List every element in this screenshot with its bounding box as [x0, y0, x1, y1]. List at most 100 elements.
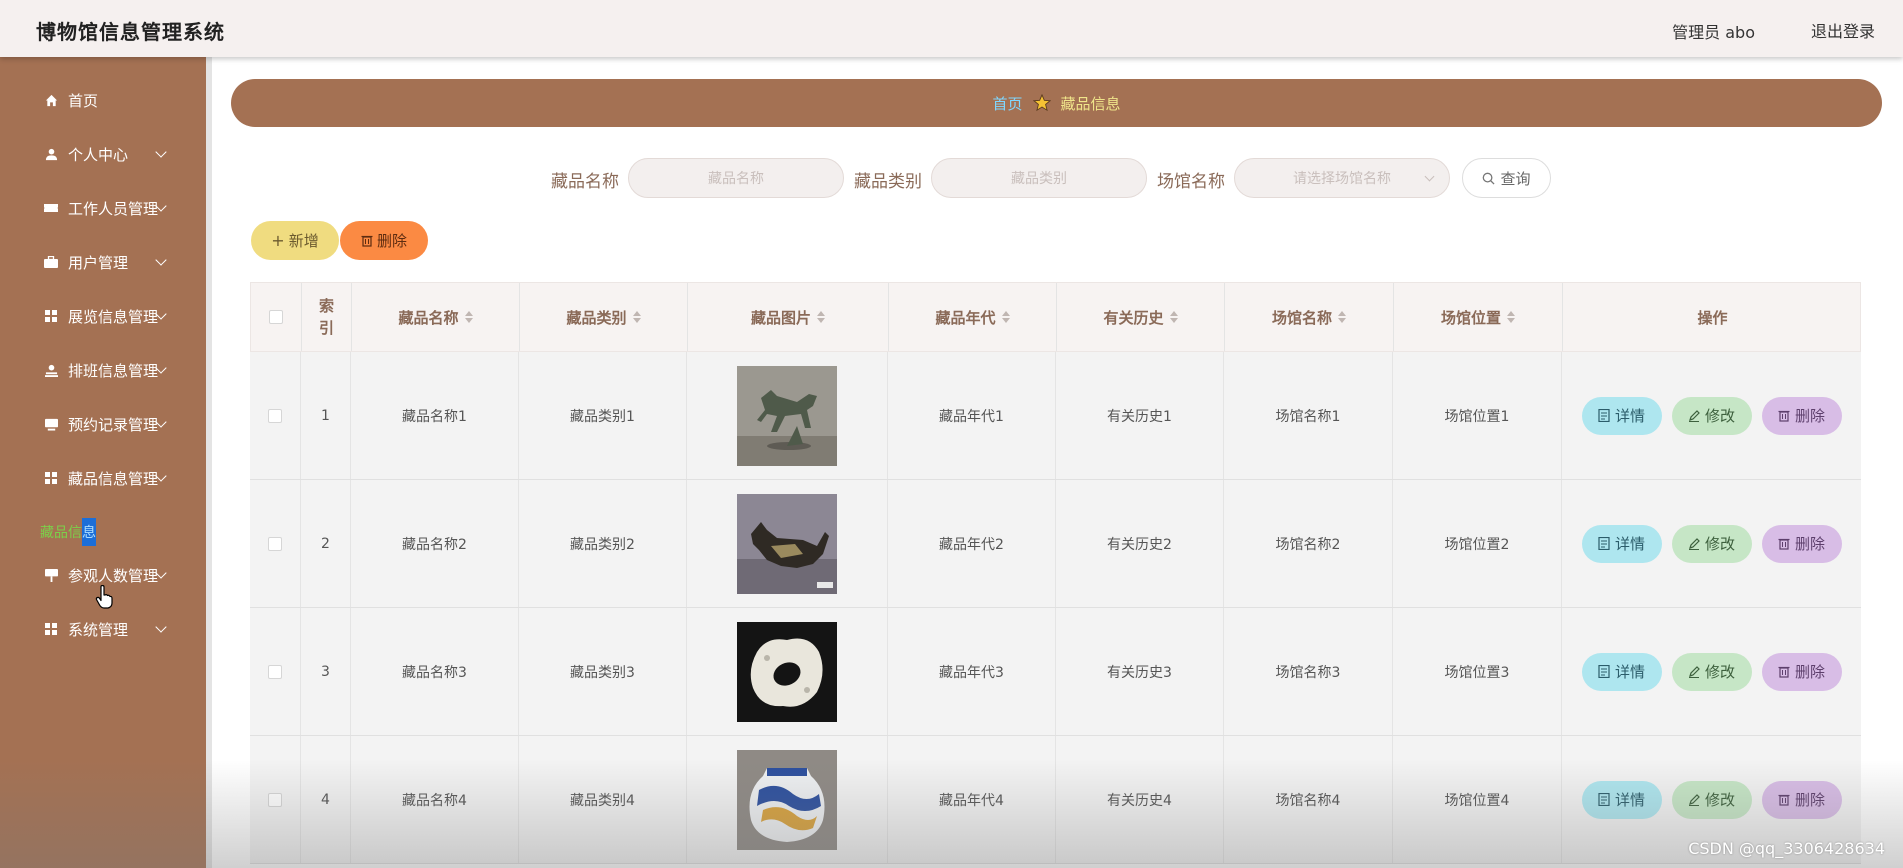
row-select-cell	[250, 352, 301, 479]
cell-index: 2	[301, 480, 351, 607]
table-row: 2 藏品名称2 藏品类别2 藏品年代2 有关历史2 场馆名称2 场馆位置2 详情…	[250, 480, 1861, 608]
sidebar-item-home[interactable]: 首页	[0, 84, 206, 116]
edit-button[interactable]: 修改	[1671, 780, 1752, 819]
search-bar: 藏品名称 藏品名称 藏品类别 藏品类别 场馆名称 请选择场馆名称 查询	[0, 158, 1903, 198]
sidebar-subitem-collection-info[interactable]: 藏品信息	[40, 518, 96, 546]
delete-button[interactable]: 删除	[1761, 524, 1842, 563]
edit-button[interactable]: 修改	[1671, 396, 1752, 435]
detail-button[interactable]: 详情	[1581, 780, 1662, 819]
bronze-horse-image[interactable]	[737, 365, 837, 466]
batch-delete-button[interactable]: 删除	[340, 221, 428, 260]
table-row: 4 藏品名称4 藏品类别4 藏品年代4 有关历史4 场馆名称4 场馆位置4 详情…	[250, 736, 1861, 864]
row-select-cell	[250, 736, 301, 863]
column-header-index: 索引	[302, 283, 352, 351]
sort-icon	[1169, 311, 1178, 323]
cell-name: 藏品名称3	[351, 608, 519, 735]
sidebar-item-reservations[interactable]: 预约记录管理	[0, 408, 206, 440]
chevron-down-icon	[155, 254, 167, 266]
breadcrumb-current: 藏品信息	[1060, 94, 1121, 113]
cell-venue: 场馆名称3	[1224, 608, 1393, 735]
person-stamp-icon	[44, 363, 58, 377]
column-header-type[interactable]: 藏品类别	[520, 283, 688, 351]
porcelain-jar-image[interactable]	[737, 749, 837, 850]
detail-button[interactable]: 详情	[1581, 524, 1662, 563]
column-header-label: 场馆位置	[1440, 308, 1501, 327]
document-icon	[1598, 409, 1610, 422]
cell-type: 藏品类别1	[519, 352, 687, 479]
delete-button[interactable]: 删除	[1761, 652, 1842, 691]
pencil-icon	[1688, 793, 1700, 806]
sort-icon	[632, 311, 641, 323]
document-icon	[1598, 665, 1610, 678]
name-search-input[interactable]: 藏品名称	[628, 158, 844, 198]
ticket-icon	[44, 201, 58, 215]
cell-image	[687, 480, 888, 607]
select-all-checkbox[interactable]	[269, 310, 283, 324]
row-checkbox[interactable]	[268, 536, 282, 551]
cell-type: 藏品类别2	[519, 480, 687, 607]
cell-image	[687, 736, 888, 863]
trash-icon	[361, 235, 373, 247]
cell-era: 藏品年代1	[888, 352, 1056, 479]
subitem-label: 藏品信	[40, 525, 82, 541]
cell-actions: 详情 修改 删除	[1562, 608, 1861, 735]
briefcase-icon	[44, 255, 58, 269]
column-header-venue[interactable]: 场馆名称	[1225, 283, 1394, 351]
add-button[interactable]: + 新增	[251, 221, 339, 260]
column-header-label: 场馆名称	[1271, 308, 1332, 327]
column-header-era[interactable]: 藏品年代	[889, 283, 1057, 351]
sidebar-item-system[interactable]: 系统管理	[0, 613, 206, 645]
column-header-location[interactable]: 场馆位置	[1394, 283, 1563, 351]
venue-select[interactable]: 请选择场馆名称	[1234, 158, 1450, 198]
column-header-image[interactable]: 藏品图片	[688, 283, 889, 351]
breadcrumb-home[interactable]: 首页	[992, 93, 1022, 114]
sign-icon	[44, 568, 58, 582]
detail-button[interactable]: 详情	[1581, 396, 1662, 435]
cell-name: 藏品名称1	[351, 352, 519, 479]
row-select-cell	[250, 608, 301, 735]
column-header-history[interactable]: 有关历史	[1057, 283, 1225, 351]
top-bar: 博物馆信息管理系统 管理员 abo 退出登录	[0, 0, 1903, 57]
sidebar-item-users[interactable]: 用户管理	[0, 246, 206, 278]
row-checkbox[interactable]	[268, 664, 282, 679]
sidebar-item-collections[interactable]: 藏品信息管理	[0, 462, 206, 494]
row-select-cell	[250, 480, 301, 607]
cell-type: 藏品类别3	[519, 608, 687, 735]
trash-icon	[1778, 666, 1790, 678]
pencil-icon	[1688, 537, 1700, 550]
sidebar-item-exhibitions[interactable]: 展览信息管理	[0, 300, 206, 332]
sidebar-item-label: 预约记录管理	[68, 416, 159, 434]
edit-button[interactable]: 修改	[1671, 524, 1752, 563]
sidebar-item-schedule[interactable]: 排班信息管理	[0, 354, 206, 386]
delete-button[interactable]: 删除	[1761, 780, 1842, 819]
pencil-icon	[1688, 665, 1700, 678]
document-icon	[1598, 793, 1610, 806]
cell-index: 4	[301, 736, 351, 863]
sidebar-item-label: 展览信息管理	[68, 308, 159, 326]
edit-button-label: 修改	[1704, 791, 1735, 809]
app-title: 博物馆信息管理系统	[36, 20, 225, 44]
search-icon	[1483, 172, 1496, 185]
query-button[interactable]: 查询	[1462, 158, 1551, 198]
logout-link[interactable]: 退出登录	[1811, 18, 1875, 42]
detail-button[interactable]: 详情	[1581, 652, 1662, 691]
row-checkbox[interactable]	[268, 408, 282, 423]
delete-button[interactable]: 删除	[1761, 396, 1842, 435]
cell-venue: 场馆名称4	[1224, 736, 1393, 863]
table-row: 3 藏品名称3 藏品类别3 藏品年代3 有关历史3 场馆名称3 场馆位置3 详情…	[250, 608, 1861, 736]
cell-name: 藏品名称2	[351, 480, 519, 607]
row-checkbox[interactable]	[268, 792, 282, 807]
bronze-beast-image[interactable]	[737, 493, 837, 594]
text-selection-highlight: 息	[82, 518, 96, 546]
edit-button-label: 修改	[1704, 407, 1735, 425]
cell-actions: 详情 修改 删除	[1562, 352, 1861, 479]
column-header-name[interactable]: 藏品名称	[352, 283, 520, 351]
column-header-label: 藏品类别	[566, 308, 627, 327]
column-header-label: 藏品名称	[398, 308, 459, 327]
cell-location: 场馆位置3	[1393, 608, 1562, 735]
jade-ring-image[interactable]	[737, 621, 837, 722]
query-button-label: 查询	[1500, 169, 1531, 188]
cell-history: 有关历史2	[1056, 480, 1224, 607]
edit-button[interactable]: 修改	[1671, 652, 1752, 691]
type-search-input[interactable]: 藏品类别	[931, 158, 1147, 198]
